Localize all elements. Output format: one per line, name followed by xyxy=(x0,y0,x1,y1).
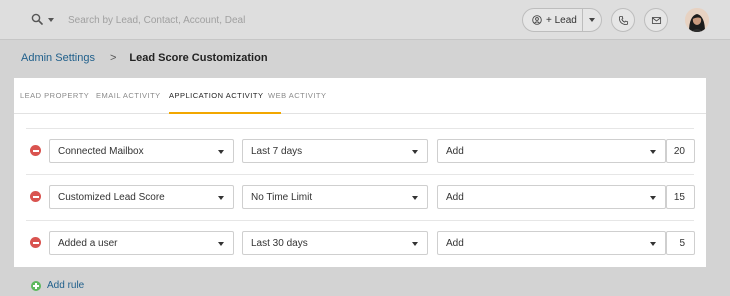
add-lead-label: + Lead xyxy=(546,14,577,26)
period-select-value: No Time Limit xyxy=(251,191,313,203)
chevron-down-icon xyxy=(218,150,224,154)
operation-select[interactable]: Add xyxy=(437,139,666,163)
add-rule-label: Add rule xyxy=(47,280,85,291)
breadcrumb-admin-settings-link[interactable]: Admin Settings xyxy=(21,52,95,64)
active-tab-indicator xyxy=(169,112,281,114)
activity-select[interactable]: Customized Lead Score xyxy=(49,185,234,209)
phone-button[interactable] xyxy=(611,8,635,32)
activity-select-value: Connected Mailbox xyxy=(58,145,144,157)
mail-button[interactable] xyxy=(644,8,668,32)
add-lead-button[interactable]: + Lead xyxy=(523,9,583,31)
rule-row: Added a user Last 30 days Add 5 xyxy=(14,220,706,266)
operation-select[interactable]: Add xyxy=(437,185,666,209)
activity-select-value: Added a user xyxy=(58,237,118,249)
operation-select-value: Add xyxy=(446,145,464,157)
search-icon[interactable] xyxy=(31,13,43,25)
search-scope-chevron-down-icon[interactable] xyxy=(48,18,54,22)
add-lead-chevron-down-icon[interactable] xyxy=(589,18,595,22)
period-select-value: Last 7 days xyxy=(251,145,303,157)
phone-icon xyxy=(618,15,628,25)
chevron-down-icon xyxy=(412,196,418,200)
search-input[interactable] xyxy=(64,10,384,30)
score-input[interactable]: 5 xyxy=(666,231,695,255)
rule-row: Connected Mailbox Last 7 days Add 20 xyxy=(14,128,706,174)
chevron-down-icon xyxy=(412,150,418,154)
score-input[interactable]: 15 xyxy=(666,185,695,209)
add-rule-button[interactable]: Add rule xyxy=(31,280,84,291)
user-avatar[interactable] xyxy=(685,8,709,32)
chevron-down-icon xyxy=(650,196,656,200)
activity-select[interactable]: Connected Mailbox xyxy=(49,139,234,163)
remove-rule-icon[interactable] xyxy=(30,191,41,202)
operation-select-value: Add xyxy=(446,191,464,203)
chevron-down-icon xyxy=(218,242,224,246)
rule-row: Customized Lead Score No Time Limit Add … xyxy=(14,174,706,220)
page-title: Lead Score Customization xyxy=(129,52,268,64)
top-bar: + Lead xyxy=(0,0,730,40)
activity-tabs: LEAD PROPERTY EMAIL ACTIVITY APPLICATION… xyxy=(14,78,706,114)
breadcrumb-separator: > xyxy=(109,52,117,64)
period-select[interactable]: Last 30 days xyxy=(242,231,428,255)
period-select[interactable]: No Time Limit xyxy=(242,185,428,209)
tab-email-activity[interactable]: EMAIL ACTIVITY xyxy=(96,91,161,100)
score-input[interactable]: 20 xyxy=(666,139,695,163)
tab-web-activity[interactable]: WEB ACTIVITY xyxy=(268,91,327,100)
remove-rule-icon[interactable] xyxy=(30,237,41,248)
avatar-image xyxy=(685,8,709,32)
period-select-value: Last 30 days xyxy=(251,237,308,249)
button-divider xyxy=(582,9,583,31)
operation-select-value: Add xyxy=(446,237,464,249)
mail-icon xyxy=(651,16,661,24)
breadcrumb: Admin Settings > Lead Score Customizatio… xyxy=(21,51,268,65)
chevron-down-icon xyxy=(650,150,656,154)
remove-rule-icon[interactable] xyxy=(30,145,41,156)
add-icon xyxy=(31,280,41,291)
activity-select[interactable]: Added a user xyxy=(49,231,234,255)
operation-select[interactable]: Add xyxy=(437,231,666,255)
tab-lead-property[interactable]: LEAD PROPERTY xyxy=(20,91,89,100)
chevron-down-icon xyxy=(412,242,418,246)
period-select[interactable]: Last 7 days xyxy=(242,139,428,163)
chevron-down-icon xyxy=(218,196,224,200)
add-lead-button-group: + Lead xyxy=(522,8,602,32)
user-circle-icon xyxy=(532,15,542,25)
tab-application-activity[interactable]: APPLICATION ACTIVITY xyxy=(169,91,263,100)
activity-select-value: Customized Lead Score xyxy=(58,191,165,203)
chevron-down-icon xyxy=(650,242,656,246)
lead-score-panel: LEAD PROPERTY EMAIL ACTIVITY APPLICATION… xyxy=(14,78,706,267)
